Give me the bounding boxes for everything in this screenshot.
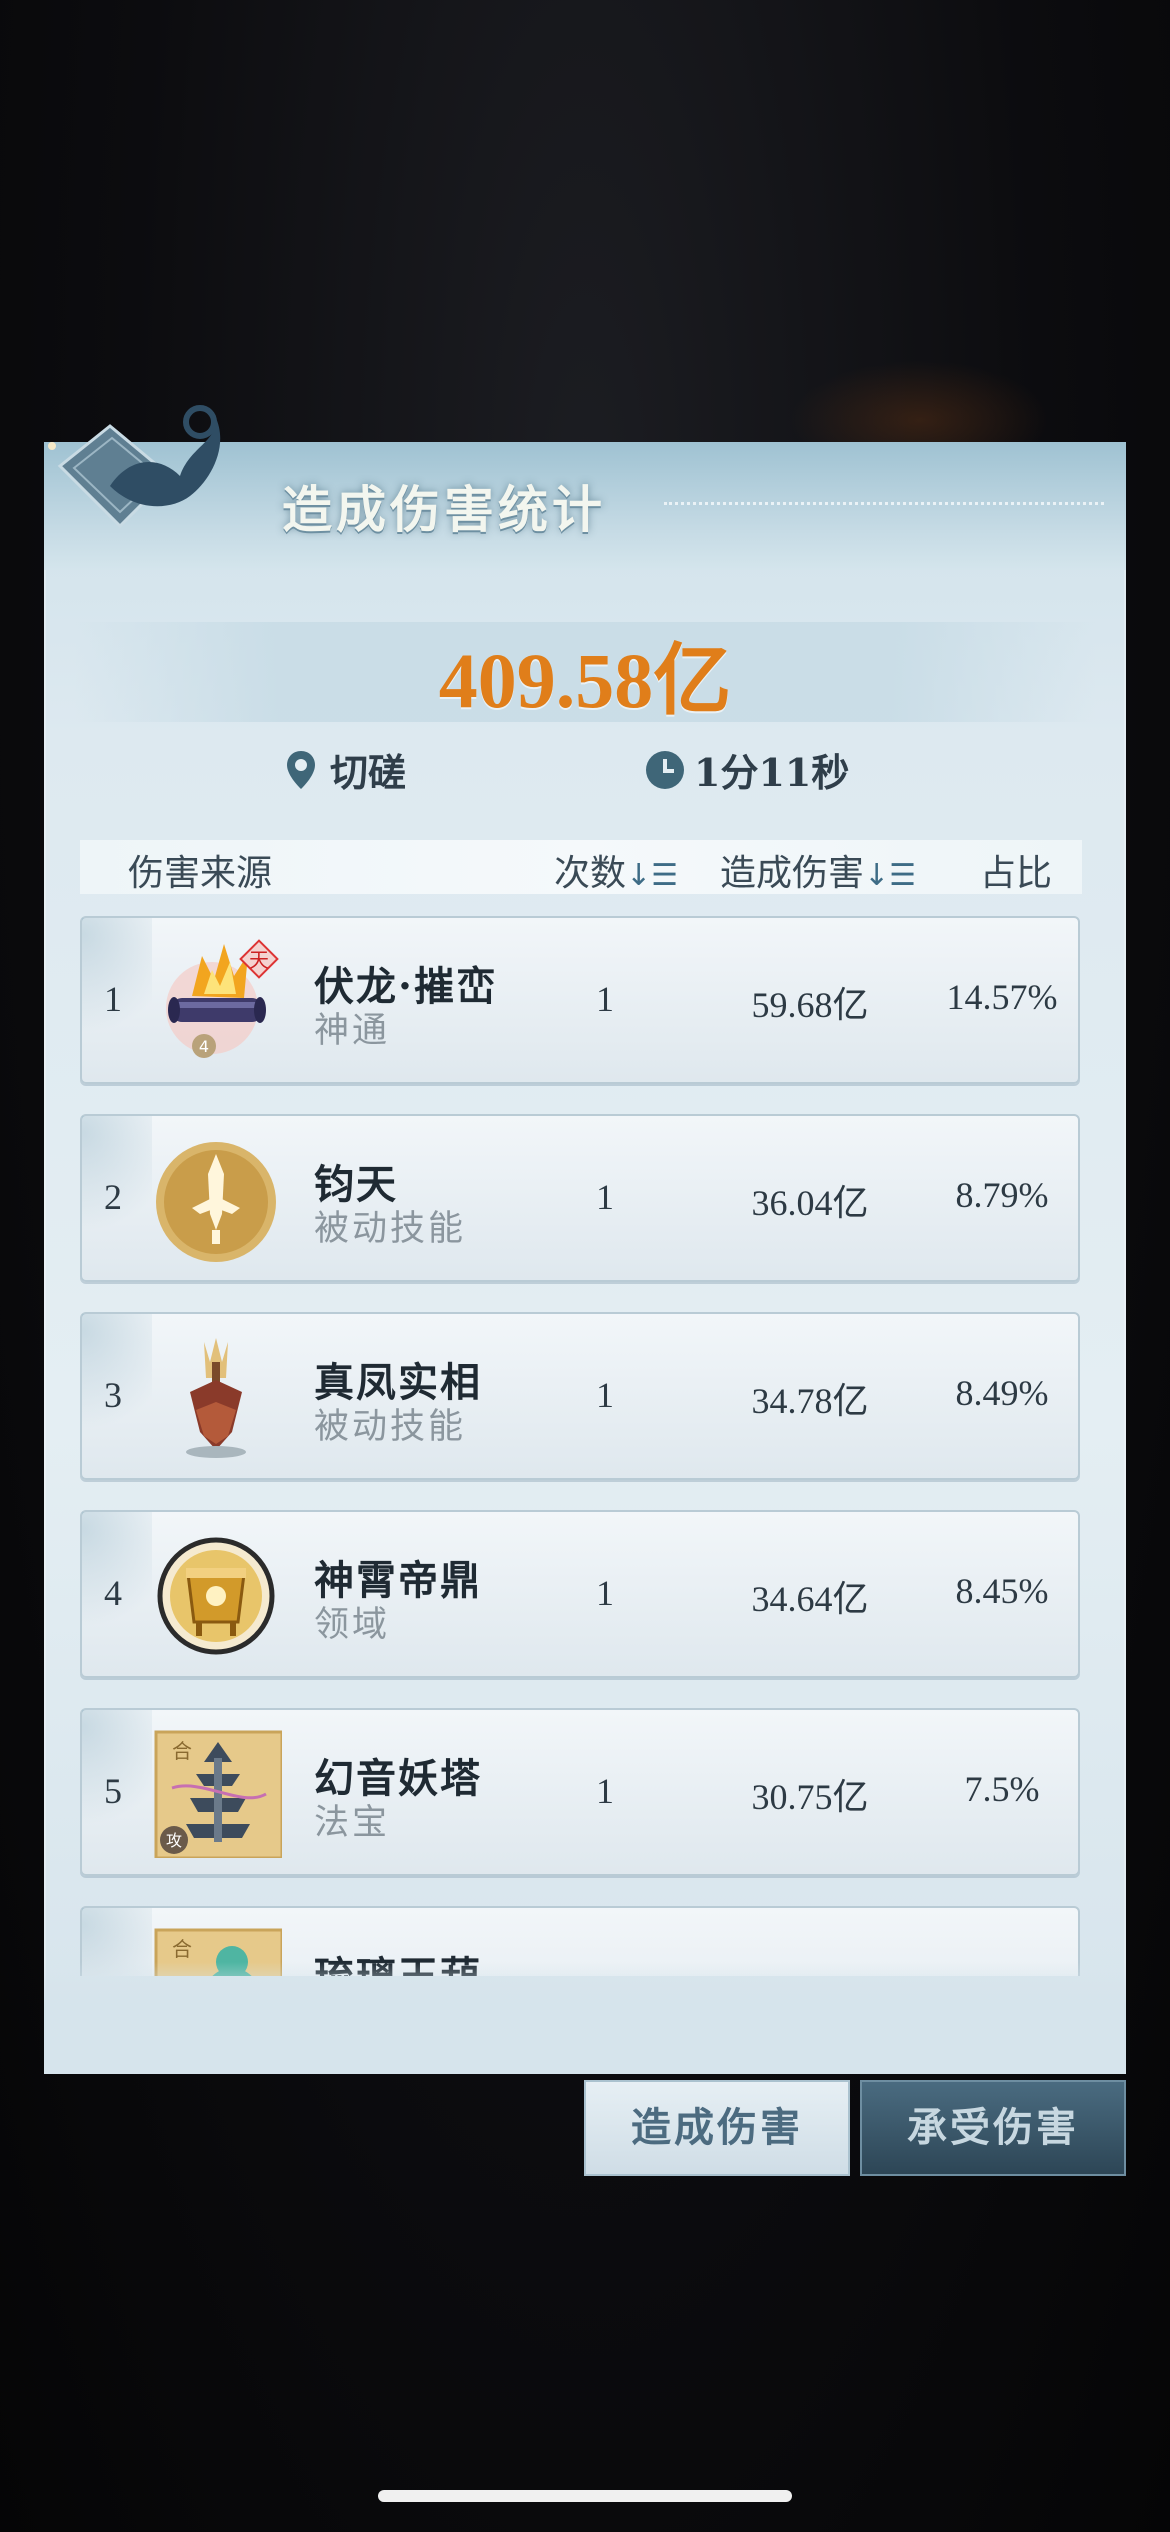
location-text: 切磋 <box>330 750 407 795</box>
tab-take-damage[interactable]: 承受伤害 <box>860 2080 1126 2176</box>
row-rank: 5 <box>104 1771 122 1811</box>
column-count-label: 次数 <box>554 853 627 894</box>
svg-text:合: 合 <box>172 1739 192 1763</box>
list-bottom-fade <box>44 1962 1126 2074</box>
damage-stats-panel: 造成伤害统计 409.58亿 切磋 1分11秒 伤害来源 次数↓☰ 造成伤害↓☰… <box>44 405 1126 2074</box>
svg-text:4: 4 <box>199 1037 209 1056</box>
row-count: 1 <box>596 1177 614 1217</box>
location-pin-icon <box>287 750 315 789</box>
golden-cauldron-icon <box>157 1537 275 1655</box>
row-ratio: 14.57% <box>946 977 1058 1017</box>
table-header: 伤害来源 次数↓☰ 造成伤害↓☰ 占比 <box>80 840 1082 894</box>
table-row[interactable]: 3 真凤实相 被动技能 1 34.78亿 8.49% <box>80 1312 1080 1480</box>
location-info: 切磋 <box>284 742 406 797</box>
duration-info: 1分11秒 <box>646 742 849 797</box>
header-decoration <box>664 502 1104 505</box>
row-ratio: 8.45% <box>955 1571 1049 1611</box>
table-row[interactable]: 5 合 攻 幻音妖塔 法宝 1 30.75亿 7.5% <box>80 1708 1080 1876</box>
row-count: 1 <box>596 1573 614 1613</box>
column-damage-label: 造成伤害 <box>720 853 865 894</box>
row-rank: 2 <box>104 1177 122 1217</box>
fire-scroll-icon: 4 天 <box>166 939 279 1058</box>
row-ratio: 8.49% <box>955 1373 1049 1413</box>
sort-icon[interactable]: ↓☰ <box>626 858 678 893</box>
row-ratio: 8.79% <box>955 1175 1049 1215</box>
row-damage: 34.78亿 <box>751 1381 869 1421</box>
row-count: 1 <box>596 1375 614 1415</box>
pagoda-icon: 合 攻 <box>154 1730 282 1858</box>
row-type: 被动技能 <box>314 1209 467 1249</box>
fox-emblem-icon <box>48 405 221 529</box>
table-row[interactable]: 2 钧天 被动技能 1 36.04亿 8.79% <box>80 1114 1080 1282</box>
duration-text: 1分11秒 <box>694 750 850 795</box>
row-rank: 1 <box>104 979 122 1019</box>
row-damage: 36.04亿 <box>751 1183 869 1223</box>
golden-sword-icon <box>156 1142 276 1262</box>
svg-text:合: 合 <box>172 1937 192 1961</box>
table-row[interactable]: 1 4 天 伏龙·摧峦 神通 1 59.68亿 14.57% <box>80 916 1080 1084</box>
row-damage: 34.64亿 <box>751 1579 869 1619</box>
column-source: 伤害来源 <box>128 853 273 894</box>
row-rank: 3 <box>104 1375 122 1415</box>
row-ratio: 7.5% <box>964 1769 1040 1809</box>
row-damage: 59.68亿 <box>751 985 869 1025</box>
row-rank: 4 <box>104 1573 122 1613</box>
panel-title: 造成伤害统计 <box>282 480 606 539</box>
row-type: 法宝 <box>314 1803 391 1843</box>
tab-deal-damage[interactable]: 造成伤害 <box>584 2080 850 2176</box>
svg-text:攻: 攻 <box>166 1831 182 1850</box>
row-type: 神通 <box>314 1011 391 1051</box>
column-ratio: 占比 <box>980 853 1053 894</box>
phoenix-totem-icon <box>186 1338 246 1458</box>
clock-icon <box>646 750 684 789</box>
column-damage[interactable]: 造成伤害↓☰ <box>720 844 916 896</box>
column-count[interactable]: 次数↓☰ <box>554 844 678 896</box>
svg-text:天: 天 <box>249 948 269 972</box>
damage-source-list[interactable]: 1 4 天 伏龙·摧峦 神通 1 59.68亿 14.57% 2 钧天 被动技能… <box>80 916 1084 1976</box>
total-damage-value: 409.58亿 <box>438 637 732 724</box>
row-count: 1 <box>596 1771 614 1811</box>
row-damage: 30.75亿 <box>751 1777 869 1817</box>
row-count: 1 <box>596 979 614 1019</box>
table-row[interactable]: 4 神霄帝鼎 领域 1 34.64亿 8.45% <box>80 1510 1080 1678</box>
sort-icon[interactable]: ↓☰ <box>864 858 916 893</box>
home-indicator[interactable] <box>378 2490 792 2502</box>
row-type: 领域 <box>314 1605 391 1645</box>
row-type: 被动技能 <box>314 1407 467 1447</box>
